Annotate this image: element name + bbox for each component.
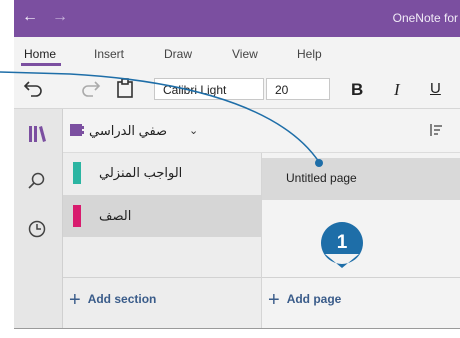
add-page-button[interactable]: + Add page (268, 289, 341, 312)
plus-icon: + (268, 289, 280, 311)
notebook-name[interactable]: صفي الدراسي (89, 123, 167, 139)
font-size-box[interactable]: 20 (266, 78, 330, 100)
add-page-label: Add page (286, 292, 342, 306)
section-color-tab (73, 205, 81, 227)
section-homework[interactable]: الواجب المنزلي (63, 152, 261, 194)
menu-home[interactable]: Home (24, 47, 56, 61)
menu-draw[interactable]: Draw (164, 47, 192, 61)
title-bar: ← → OneNote for (14, 0, 460, 37)
chevron-down-icon[interactable]: ⌄ (189, 124, 198, 137)
search-icon[interactable] (26, 170, 48, 192)
active-tab-underline (21, 63, 61, 66)
redo-icon[interactable] (78, 76, 102, 100)
forward-arrow-icon[interactable]: → (52, 9, 68, 25)
menu-insert[interactable]: Insert (94, 47, 124, 61)
divider (63, 277, 261, 278)
add-section-label: Add section (87, 292, 157, 306)
left-rail (14, 109, 63, 328)
notebook-icon (70, 124, 84, 136)
app-title: OneNote for (392, 11, 458, 25)
onenote-window: ← → OneNote for Home Insert Draw View He… (14, 0, 460, 329)
section-color-tab (73, 162, 81, 184)
notebook-header: صفي الدراسي ⌄ (63, 109, 460, 153)
notebooks-icon[interactable] (26, 123, 48, 145)
menu-view[interactable]: View (232, 47, 258, 61)
pages-pane: Untitled page + Add page (261, 152, 460, 328)
divider (262, 277, 460, 278)
underline-button[interactable]: U (430, 80, 441, 97)
clipboard-icon[interactable] (113, 76, 137, 100)
page-untitled[interactable]: Untitled page (262, 158, 460, 200)
back-arrow-icon[interactable]: ← (22, 9, 38, 25)
section-label: الصف (99, 208, 132, 223)
menu-help[interactable]: Help (297, 47, 322, 61)
section-label: الواجب المنزلي (99, 165, 183, 180)
toolbar: Calibri Light 20 B I U (14, 70, 460, 109)
italic-button[interactable]: I (394, 80, 400, 100)
font-name-box[interactable]: Calibri Light (154, 78, 264, 100)
menu-bar: Home Insert Draw View Help (14, 37, 460, 70)
section-class[interactable]: الصف (63, 195, 261, 237)
undo-icon[interactable] (22, 76, 46, 100)
recent-clock-icon[interactable] (26, 218, 48, 240)
page-label: Untitled page (286, 171, 357, 185)
sort-icon[interactable] (428, 122, 444, 138)
bold-button[interactable]: B (351, 80, 363, 100)
callout-number: 1 (336, 232, 348, 253)
plus-icon: + (69, 289, 81, 311)
add-section-button[interactable]: + Add section (69, 289, 156, 312)
